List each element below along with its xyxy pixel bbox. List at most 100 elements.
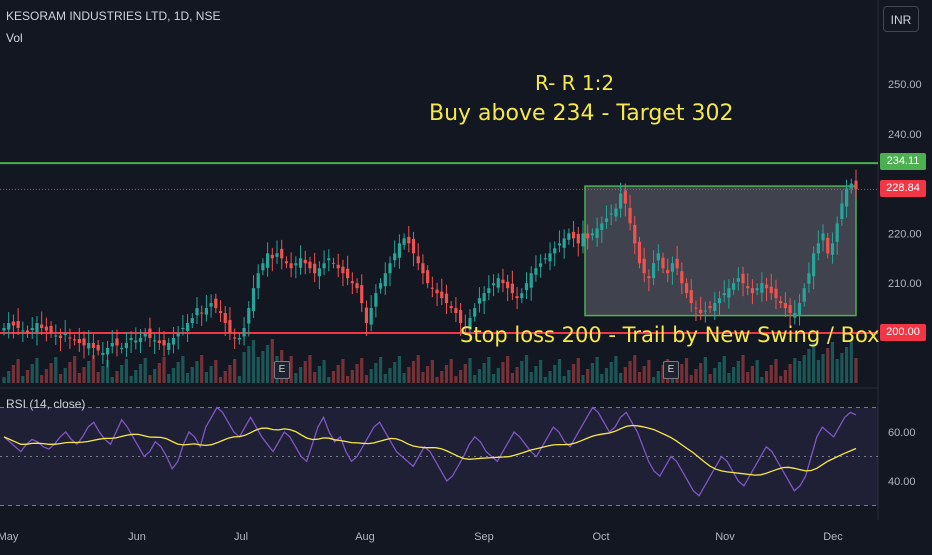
volume-bar bbox=[218, 377, 223, 383]
volume-bar bbox=[826, 348, 830, 383]
volume-bar bbox=[350, 370, 354, 383]
candle-body bbox=[313, 263, 317, 274]
candle-body bbox=[185, 323, 190, 332]
candle-body bbox=[134, 340, 138, 343]
candle-body bbox=[374, 293, 378, 307]
candle-body bbox=[421, 263, 425, 274]
volume-bar bbox=[736, 361, 740, 383]
rsi-label[interactable]: RSI (14, close) bbox=[6, 397, 85, 411]
volume-bar bbox=[491, 374, 496, 383]
candle-body bbox=[440, 291, 444, 299]
volume-label[interactable]: Vol bbox=[6, 31, 23, 45]
volume-bar bbox=[727, 373, 731, 383]
volume-bar bbox=[134, 370, 138, 383]
volume-bar bbox=[656, 371, 660, 383]
volume-bar bbox=[327, 377, 331, 383]
volume-bar bbox=[703, 357, 707, 383]
candle-body bbox=[148, 328, 152, 338]
candle-body bbox=[120, 347, 124, 349]
candle-body bbox=[68, 337, 72, 339]
volume-bar bbox=[87, 361, 91, 383]
symbol-title[interactable]: KESORAM INDUSTRIES LTD, 1D, NSE bbox=[6, 9, 220, 23]
candle-body bbox=[223, 313, 227, 324]
volume-bar bbox=[313, 372, 317, 383]
candle-body bbox=[727, 288, 731, 298]
candle-body bbox=[181, 328, 185, 330]
candle-body bbox=[807, 273, 811, 284]
volume-bar bbox=[454, 376, 458, 383]
candle-body bbox=[684, 283, 689, 294]
candle-body bbox=[49, 326, 53, 333]
candle-body bbox=[336, 264, 340, 269]
candle-body bbox=[496, 278, 500, 288]
candle-body bbox=[317, 268, 321, 277]
x-tick-label: Jul bbox=[234, 531, 248, 543]
candle-body bbox=[595, 228, 599, 238]
candle-body bbox=[482, 293, 486, 302]
rsi-tick-label: 60.00 bbox=[888, 427, 916, 439]
candle-body bbox=[393, 253, 397, 261]
candle-body bbox=[491, 283, 496, 286]
candle-body bbox=[619, 193, 623, 209]
rsi-tick-label: 40.00 bbox=[888, 476, 916, 488]
candle-body bbox=[35, 323, 39, 333]
candle-body bbox=[284, 261, 289, 264]
candle-body bbox=[346, 268, 350, 279]
volume-bar bbox=[68, 362, 72, 383]
candle-body bbox=[694, 307, 698, 309]
candle-body bbox=[746, 286, 750, 289]
stop-loss-annotation: Stop loss 200 - Trail by New Swing / Box bbox=[460, 323, 880, 347]
volume-bar bbox=[346, 376, 350, 383]
candle-body bbox=[402, 238, 406, 245]
candle-body bbox=[797, 303, 802, 315]
volume-bar bbox=[214, 360, 218, 383]
candle-body bbox=[294, 263, 298, 266]
candle-body bbox=[176, 333, 180, 337]
candle-body bbox=[793, 313, 797, 318]
volume-bar bbox=[162, 357, 166, 383]
earnings-marker[interactable]: E bbox=[663, 361, 679, 379]
volume-bar bbox=[251, 340, 256, 383]
earnings-marker[interactable]: E bbox=[274, 361, 290, 379]
candle-body bbox=[473, 308, 477, 317]
candle-body bbox=[586, 233, 590, 239]
candle-body bbox=[430, 287, 434, 289]
volume-bar bbox=[458, 370, 463, 383]
candle-body bbox=[247, 308, 251, 324]
volume-bar bbox=[680, 364, 684, 383]
candle-body bbox=[703, 310, 707, 312]
candle-body bbox=[426, 270, 430, 284]
volume-bar bbox=[774, 359, 778, 383]
candle-body bbox=[539, 263, 543, 267]
candle-body bbox=[331, 262, 336, 264]
volume-bar bbox=[590, 363, 594, 383]
volume-bar bbox=[7, 371, 11, 383]
x-tick-label: May bbox=[0, 531, 19, 543]
candle-body bbox=[275, 253, 279, 257]
volume-bar bbox=[261, 351, 265, 383]
candle-body bbox=[835, 223, 839, 242]
volume-bar bbox=[760, 377, 764, 383]
currency-button[interactable]: INR bbox=[883, 6, 919, 32]
candle-body bbox=[444, 293, 449, 304]
candle-body bbox=[826, 237, 830, 254]
candle-body bbox=[506, 281, 510, 289]
volume-bar bbox=[176, 362, 180, 383]
volume-bar bbox=[506, 356, 510, 383]
volume-bar bbox=[722, 356, 726, 383]
volume-bar bbox=[571, 364, 576, 383]
candle-body bbox=[633, 224, 637, 244]
volume-bar bbox=[101, 366, 105, 383]
volume-bar bbox=[844, 347, 849, 383]
candle-body bbox=[30, 328, 34, 331]
x-tick-label: Jun bbox=[128, 531, 146, 543]
candle-body bbox=[171, 337, 176, 345]
candle-body bbox=[44, 326, 48, 331]
candle-body bbox=[510, 283, 514, 294]
candle-body bbox=[651, 263, 656, 279]
volume-bar bbox=[694, 369, 698, 383]
candle-body bbox=[435, 289, 439, 294]
volume-bar bbox=[96, 372, 100, 383]
candle-body bbox=[416, 256, 420, 264]
volume-bar bbox=[91, 355, 96, 383]
